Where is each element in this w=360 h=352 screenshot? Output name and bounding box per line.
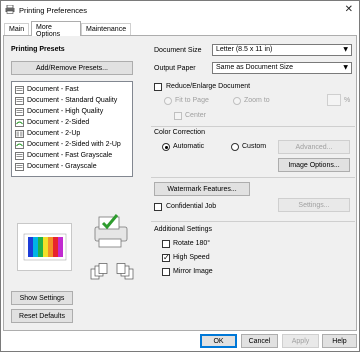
confidential-job-label: Confidential Job xyxy=(166,203,217,210)
document-icon xyxy=(15,107,24,116)
list-item[interactable]: Document - High Quality xyxy=(15,107,103,116)
printer-graphic-icon xyxy=(94,214,128,248)
zoom-percent-spinner[interactable] xyxy=(327,94,341,106)
add-remove-presets-button[interactable]: Add/Remove Presets... xyxy=(11,61,133,75)
document-size-label: Document Size xyxy=(154,47,202,54)
preset-label: Document - Fast xyxy=(27,86,79,93)
show-settings-button[interactable]: Show Settings xyxy=(11,291,73,305)
high-speed-label: High Speed xyxy=(173,254,210,261)
rotate-180-checkbox[interactable] xyxy=(162,240,170,248)
output-paper-select[interactable]: Same as Document Size ▼ xyxy=(212,62,352,74)
two-sided-icon xyxy=(15,118,24,127)
zoom-to-label: Zoom to xyxy=(244,97,270,104)
printer-icon xyxy=(5,5,15,14)
list-item[interactable]: Document - Standard Quality xyxy=(15,96,117,105)
preset-label: Document - 2-Sided with 2-Up xyxy=(27,141,121,148)
list-item[interactable]: Document - Fast Grayscale xyxy=(15,151,112,160)
zoom-to-radio[interactable] xyxy=(233,97,241,105)
preset-label: Document - High Quality xyxy=(27,108,104,115)
title-bar: Printing Preferences ✕ xyxy=(1,1,359,19)
preset-label: Document - Grayscale xyxy=(27,163,97,170)
rotate-180-label: Rotate 180° xyxy=(173,240,211,247)
automatic-radio[interactable] xyxy=(162,143,170,151)
divider xyxy=(151,221,355,222)
confidential-job-checkbox[interactable] xyxy=(154,203,162,211)
list-item[interactable]: Document - 2-Sided with 2-Up xyxy=(15,140,121,149)
reduce-enlarge-label: Reduce/Enlarge Document xyxy=(166,83,251,90)
automatic-label: Automatic xyxy=(173,143,205,150)
output-paper-value: Same as Document Size xyxy=(216,64,294,71)
center-checkbox[interactable] xyxy=(174,112,182,120)
stacked-pages-icon xyxy=(90,263,108,280)
mirror-image-label: Mirror Image xyxy=(173,268,213,275)
reverse-order-pages-icon xyxy=(116,263,134,280)
fit-to-page-radio[interactable] xyxy=(164,97,172,105)
printing-preferences-window: Printing Preferences ✕ Main More Options… xyxy=(0,0,360,352)
custom-label: Custom xyxy=(242,143,267,150)
chevron-down-icon: ▼ xyxy=(343,64,348,71)
list-item[interactable]: Document - Grayscale xyxy=(15,162,97,171)
preset-label: Document - 2-Sided xyxy=(27,119,90,126)
color-correction-heading: Color Correction xyxy=(154,129,205,136)
output-paper-label: Output Paper xyxy=(154,65,196,72)
color-preview-image xyxy=(23,233,67,261)
document-icon xyxy=(15,151,24,160)
preset-label: Document - Fast Grayscale xyxy=(27,152,113,159)
preset-label: Document - Standard Quality xyxy=(27,97,118,104)
cancel-button[interactable]: Cancel xyxy=(241,334,278,348)
mirror-image-checkbox[interactable] xyxy=(162,268,170,276)
list-item[interactable]: Document - 2-Sided xyxy=(15,118,89,127)
fit-to-page-label: Fit to Page xyxy=(175,97,209,104)
reset-defaults-button[interactable]: Reset Defaults xyxy=(11,309,73,323)
document-size-select[interactable]: Letter (8.5 x 11 in) ▼ xyxy=(212,44,352,56)
divider xyxy=(151,126,355,127)
document-icon xyxy=(15,96,24,105)
list-item[interactable]: Document - 2-Up xyxy=(15,129,80,138)
document-icon xyxy=(15,162,24,171)
document-size-value: Letter (8.5 x 11 in) xyxy=(216,46,273,53)
additional-settings-heading: Additional Settings xyxy=(154,226,212,233)
reduce-enlarge-checkbox[interactable] xyxy=(154,83,162,91)
custom-radio[interactable] xyxy=(231,143,239,151)
tab-strip: Main More Options Maintenance xyxy=(1,21,359,38)
chevron-down-icon: ▼ xyxy=(343,46,348,53)
advanced-button[interactable]: Advanced... xyxy=(278,140,350,154)
divider xyxy=(151,177,355,178)
ok-button[interactable]: OK xyxy=(200,334,237,348)
two-up-icon xyxy=(15,129,24,138)
image-options-button[interactable]: Image Options... xyxy=(278,158,350,172)
center-label: Center xyxy=(185,112,207,119)
close-icon[interactable]: ✕ xyxy=(345,4,353,15)
percent-label: % xyxy=(344,97,351,104)
tab-maintenance[interactable]: Maintenance xyxy=(81,23,132,35)
confidential-settings-button[interactable]: Settings... xyxy=(278,198,350,212)
window-title: Printing Preferences xyxy=(19,6,87,15)
help-button[interactable]: Help xyxy=(322,334,357,348)
tab-main[interactable]: Main xyxy=(4,23,30,35)
watermark-features-button[interactable]: Watermark Features... xyxy=(154,182,250,196)
printing-presets-heading: Printing Presets xyxy=(11,46,65,53)
presets-list[interactable]: Document - Fast Document - Standard Qual… xyxy=(11,81,133,177)
document-icon xyxy=(15,85,24,94)
tab-more-options[interactable]: More Options xyxy=(31,21,81,38)
preset-label: Document - 2-Up xyxy=(27,130,81,137)
high-speed-checkbox[interactable] xyxy=(162,253,170,262)
page-preview xyxy=(17,223,72,271)
two-sided-icon xyxy=(15,140,24,149)
list-item[interactable]: Document - Fast xyxy=(15,85,79,94)
apply-button[interactable]: Apply xyxy=(282,334,319,348)
